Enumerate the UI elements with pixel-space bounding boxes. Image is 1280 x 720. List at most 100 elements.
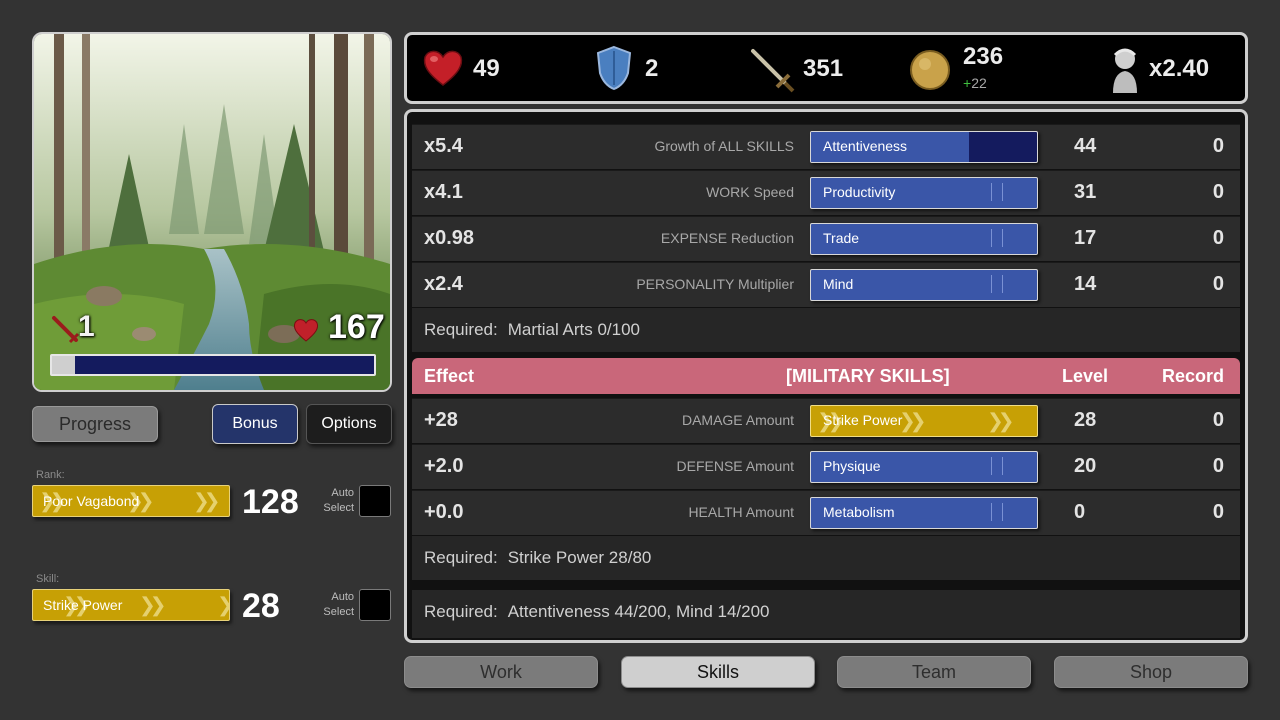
skill-marker-icon xyxy=(991,183,1003,201)
skill-button[interactable]: Productivity xyxy=(810,177,1038,209)
mind-required-text: Required: Martial Arts 0/100 xyxy=(412,308,1240,352)
effect-value: +2.0 xyxy=(424,455,464,477)
military_skills-row: +2.0 DEFENSE Amount Physique 20 0 xyxy=(412,444,1240,489)
skill-marker-icon xyxy=(991,457,1003,475)
skill-value: 28 xyxy=(242,587,280,625)
skill-button[interactable]: Metabolism xyxy=(810,497,1038,529)
skill-level: 14 xyxy=(1074,273,1097,295)
military_skills-row: +0.0 HEALTH Amount Metabolism 0 0 xyxy=(412,490,1240,535)
skill-record: 0 xyxy=(1212,135,1224,157)
effect-value: x2.4 xyxy=(424,273,463,295)
coins-delta: +22 xyxy=(963,75,987,91)
chevron-right-icon: ❯❯ xyxy=(193,490,220,513)
skill-auto-select-checkbox[interactable] xyxy=(359,589,391,621)
effect-description: EXPENSE Reduction xyxy=(660,230,794,246)
skill-record: 0 xyxy=(1212,227,1224,249)
coins-value: 236 xyxy=(963,43,1004,70)
chevron-right-icon: ❯❯ xyxy=(987,410,1014,433)
rank-label: Rank: xyxy=(36,469,65,481)
header-level: Level xyxy=(1062,366,1109,386)
rank-value: 128 xyxy=(242,483,299,521)
scene-health-value: 167 xyxy=(328,308,385,346)
rank-auto-select-checkbox[interactable] xyxy=(359,485,391,517)
skill-button[interactable]: Physique xyxy=(810,451,1038,483)
effect-description: DEFENSE Amount xyxy=(676,458,795,474)
skill-button[interactable]: Trade xyxy=(810,223,1038,255)
skill-level: 20 xyxy=(1074,455,1097,477)
skill-button[interactable]: Mind xyxy=(810,269,1038,301)
military-required-text: Required: Strike Power 28/80 xyxy=(412,536,1240,580)
skill-name: Attentiveness xyxy=(823,138,908,154)
skill-name: Strike Power xyxy=(823,412,903,428)
skill-button[interactable]: ❯❯ ❯❯ ❯❯ Strike Power xyxy=(810,405,1038,437)
effect-value: x0.98 xyxy=(424,227,475,249)
effect-description: HEALTH Amount xyxy=(688,504,794,520)
skill-record: 0 xyxy=(1212,455,1224,477)
skill-level: 0 xyxy=(1074,501,1086,523)
weapon-count: 1 xyxy=(78,310,95,343)
skill-marker-icon xyxy=(991,275,1003,293)
skill-name: Metabolism xyxy=(823,504,895,520)
skill-marker-icon xyxy=(991,229,1003,247)
rank-auto-select-label: Auto Select xyxy=(323,487,354,514)
skill-label: Skill: xyxy=(36,573,60,585)
mind_skills-row: x0.98 EXPENSE Reduction Trade 17 0 xyxy=(412,216,1240,261)
attack-value: 351 xyxy=(803,55,844,82)
rank-name: Poor Vagabond xyxy=(43,493,140,509)
stats-bar: 49 2 351 236 +22 x2.40 xyxy=(404,32,1248,104)
rank-selector[interactable]: ❯❯ ❯❯ ❯❯ Poor Vagabond xyxy=(32,485,230,517)
progress-button[interactable]: Progress xyxy=(32,406,158,442)
scene-panel: 1 167 xyxy=(32,32,392,392)
military-skills-header: Effect [MILITARY SKILLS] Level Record xyxy=(412,358,1240,394)
coin-icon xyxy=(910,50,950,90)
heart-icon xyxy=(293,319,319,342)
scene-progress-fill xyxy=(52,356,75,374)
effect-value: +0.0 xyxy=(424,501,464,523)
skill-name: Mind xyxy=(823,276,854,292)
header-effect: Effect xyxy=(424,366,475,386)
skill-auto-select-label: Auto Select xyxy=(323,591,354,618)
chevron-right-icon: ❯❯ xyxy=(139,594,166,617)
skill-name: Trade xyxy=(823,230,860,246)
military_skills-row: +28 DAMAGE Amount ❯❯ ❯❯ ❯❯ Strike Power 28 0 xyxy=(412,398,1240,443)
skill-record: 0 xyxy=(1212,501,1224,523)
skill-name: Productivity xyxy=(823,184,896,200)
effect-description: PERSONALITY Multiplier xyxy=(636,276,794,292)
defense-value: 2 xyxy=(645,55,659,82)
bust-icon xyxy=(1113,48,1137,93)
skill-name: Physique xyxy=(823,458,881,474)
skill-record: 0 xyxy=(1212,409,1224,431)
next-required-text: Required: Attentiveness 44/200, Mind 14/2… xyxy=(412,590,1240,638)
multiplier-value: x2.40 xyxy=(1149,55,1210,82)
options-button[interactable]: Options xyxy=(306,404,392,444)
tab-shop[interactable]: Shop xyxy=(1054,656,1248,688)
tab-work[interactable]: Work xyxy=(404,656,598,688)
skill-marker-icon xyxy=(991,503,1003,521)
bonus-button[interactable]: Bonus xyxy=(212,404,298,444)
shield-icon xyxy=(596,45,632,91)
skill-button[interactable]: Attentiveness xyxy=(810,131,1038,163)
effect-description: WORK Speed xyxy=(706,184,794,200)
tab-team[interactable]: Team xyxy=(837,656,1031,688)
skill-record: 0 xyxy=(1212,273,1224,295)
header-record: Record xyxy=(1161,366,1224,386)
heart-icon xyxy=(423,50,463,86)
effect-value: x4.1 xyxy=(424,181,463,203)
effect-value: x5.4 xyxy=(424,135,463,157)
effect-description: DAMAGE Amount xyxy=(681,412,794,428)
skill-selector[interactable]: ❯❯ ❯❯ ❯ Strike Power xyxy=(32,589,230,621)
skill-level: 28 xyxy=(1074,409,1097,431)
tab-skills[interactable]: Skills xyxy=(621,656,815,688)
chevron-right-icon: ❯ xyxy=(217,594,229,617)
skill-name: Strike Power xyxy=(43,597,123,613)
health-value: 49 xyxy=(473,55,500,82)
sword-icon xyxy=(751,49,795,93)
skills-panel: x5.4 Growth of ALL SKILLS Attentiveness 44 0… xyxy=(404,109,1248,643)
skill-level: 17 xyxy=(1074,227,1097,249)
mind_skills-row: x5.4 Growth of ALL SKILLS Attentiveness 44 0 xyxy=(412,124,1240,169)
skill-record: 0 xyxy=(1212,181,1224,203)
scene-progress-bar xyxy=(50,354,376,376)
header-title: [MILITARY SKILLS] xyxy=(786,366,950,386)
skill-level: 31 xyxy=(1074,181,1097,203)
mind_skills-row: x2.4 PERSONALITY Multiplier Mind 14 0 xyxy=(412,262,1240,307)
